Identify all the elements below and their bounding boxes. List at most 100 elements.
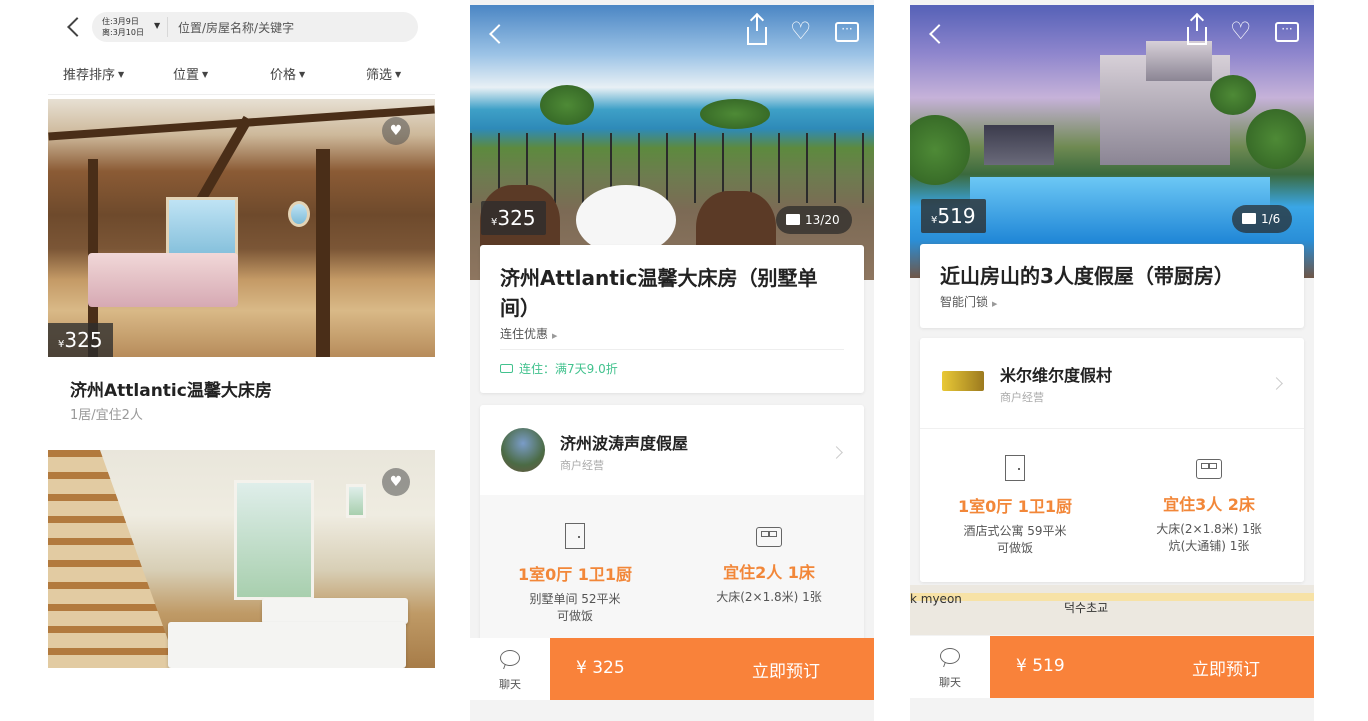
heart-outline-icon[interactable]: ♡ [790, 19, 812, 43]
feature-occupancy-sub1: 大床(2×1.8米) 1张 [1156, 522, 1262, 536]
search-header: 住:3月9日 离:3月10日 ▼ 位置/房屋名称/关键字 [48, 8, 435, 46]
location-map[interactable]: k myeon 덕수초교 [910, 585, 1314, 635]
feature-occupancy-main: 宜住3人 2床 [1163, 495, 1255, 514]
bottom-bar: 聊天 ¥ 325 立即预订 [470, 638, 874, 700]
chat-icon [500, 650, 520, 666]
filter-sort[interactable]: 推荐排序 ▼ [63, 64, 124, 83]
chat-button[interactable]: 聊天 [910, 636, 990, 698]
caret-down-icon: ▼ [395, 70, 402, 79]
message-icon[interactable]: ··· [1275, 22, 1299, 42]
book-label: 立即预订 [752, 662, 820, 682]
host-card: 济州波涛声度假屋 商户经营 1室0厅 1卫1厨 别墅单间 52平米 可做饭 宜住2… [480, 405, 864, 643]
book-now-button[interactable]: ¥ 325 立即预订 [550, 638, 874, 700]
filter-location[interactable]: 位置 ▼ [173, 64, 208, 83]
listing-photo[interactable]: ♥ ¥325 [48, 99, 435, 357]
feature-layout-sub2: 可做饭 [996, 541, 1033, 555]
feature-layout-sub: 酒店式公寓 59平米 可做饭 [920, 523, 1110, 557]
share-icon[interactable] [1187, 15, 1207, 45]
feature-layout-main: 1室0厅 1卫1厨 [957, 497, 1073, 516]
title-card: 近山房山的3人度假屋（带厨房） 智能门锁 ▶ [920, 244, 1304, 328]
photo-counter[interactable]: 1/6 [1232, 205, 1293, 233]
date-range[interactable]: 住:3月9日 离:3月10日 [102, 16, 144, 38]
chevron-left-icon[interactable] [929, 24, 949, 44]
feature-layout-sub2: 可做饭 [556, 609, 593, 623]
image-icon [1242, 213, 1256, 224]
caret-down-icon: ▼ [118, 70, 125, 79]
divider [167, 17, 168, 37]
discount-tag-label: 连住优惠 [500, 327, 549, 341]
photo-counter[interactable]: 13/20 [776, 206, 852, 234]
checkout-date: 离:3月10日 [102, 28, 144, 37]
listing-title[interactable]: 济州Attlantic温馨大床房 [70, 376, 272, 401]
bed-icon [756, 527, 782, 547]
chat-button[interactable]: 聊天 [470, 638, 550, 700]
photo-counter-text: 1/6 [1261, 212, 1281, 226]
feature-occupancy-sub: 大床(2×1.8米) 1张 炕(大通铺) 1张 [1114, 521, 1304, 555]
filter-more[interactable]: 筛选 ▼ [366, 64, 401, 83]
bed-icon [1196, 459, 1222, 479]
promo-line: 连住：满7天9.0折 [500, 360, 618, 377]
listing-title: 济州Attlantic温馨大床房（别墅单间） [500, 266, 818, 320]
message-icon[interactable]: ··· [835, 22, 859, 42]
chevron-left-icon[interactable] [67, 17, 87, 37]
feature-occupancy: 宜住3人 2床 大床(2×1.8米) 1张 炕(大通铺) 1张 [1114, 455, 1304, 555]
host-name[interactable]: 济州波涛声度假屋 [560, 430, 688, 454]
photo-counter-text: 13/20 [805, 213, 840, 227]
heart-icon[interactable]: ♥ [382, 468, 410, 496]
price-tag: ¥325 [48, 323, 113, 357]
checkin-date: 住:3月9日 [102, 17, 139, 26]
title-card: 济州Attlantic温馨大床房（别墅单间） 连住优惠 ▶ 连住：满7天9.0折 [480, 245, 864, 393]
feature-layout-sub1: 别墅单间 52平米 [529, 592, 621, 606]
search-input[interactable]: 位置/房屋名称/关键字 [178, 19, 294, 36]
host-card: 米尔维尔度假村 商户经营 1室0厅 1卫1厨 酒店式公寓 59平米 可做饭 宜住3… [920, 338, 1304, 582]
listing-detail-screen: ♡ ··· ¥325 13/20 济州Attlantic温馨大床房（别墅单间） … [470, 0, 874, 721]
listing-detail-screen: ♡ ··· ¥519 1/6 近山房山的3人度假屋（带厨房） 智能门锁 ▶ 米尔维… [910, 0, 1314, 721]
detail-price: 325 [497, 206, 536, 230]
feature-tag[interactable]: 智能门锁 ▶ [940, 293, 997, 310]
heart-outline-icon[interactable]: ♡ [1230, 19, 1252, 43]
host-type: 商户经营 [1000, 391, 1044, 404]
price-tag: ¥325 [481, 201, 546, 235]
filter-price[interactable]: 价格 ▼ [270, 64, 305, 83]
hero-photo[interactable]: ♡ ··· ¥325 13/20 [470, 5, 874, 280]
feature-occupancy: 宜住2人 1床 大床(2×1.8米) 1张 [674, 523, 864, 606]
image-icon [786, 214, 800, 225]
chevron-right-icon[interactable] [830, 446, 843, 459]
book-price: ¥ 325 [576, 658, 625, 678]
feature-layout: 1室0厅 1卫1厨 酒店式公寓 59平米 可做饭 [920, 455, 1110, 557]
feature-occupancy-sub2: 炕(大通铺) 1张 [1168, 539, 1250, 553]
chevron-right-icon[interactable] [1270, 377, 1283, 390]
feature-tag-label: 智能门锁 [940, 295, 989, 309]
host-logo [942, 371, 984, 391]
hero-photo[interactable]: ♡ ··· ¥519 1/6 [910, 5, 1314, 278]
filter-bar: 推荐排序 ▼ 位置 ▼ 价格 ▼ 筛选 ▼ [48, 60, 435, 88]
bottom-bar: 聊天 ¥ 519 立即预订 [910, 636, 1314, 698]
door-icon [565, 523, 585, 549]
caret-down-icon: ▼ [202, 70, 209, 79]
chevron-left-icon[interactable] [489, 24, 509, 44]
feature-layout-sub: 别墅单间 52平米 可做饭 [480, 591, 670, 625]
caret-right-icon: ▶ [552, 332, 558, 340]
filter-sort-label: 推荐排序 [63, 68, 116, 83]
feature-occupancy-sub: 大床(2×1.8米) 1张 [674, 589, 864, 606]
book-price: ¥ 519 [1016, 656, 1065, 676]
listing-subtitle: 1居/宜住2人 [70, 408, 143, 423]
discount-tag[interactable]: 连住优惠 ▶ [500, 325, 557, 342]
feature-layout-main: 1室0厅 1卫1厨 [517, 565, 633, 584]
heart-icon[interactable]: ♥ [382, 117, 410, 145]
book-now-button[interactable]: ¥ 519 立即预订 [990, 636, 1314, 698]
host-name[interactable]: 米尔维尔度假村 [1000, 362, 1112, 386]
price-tag: ¥519 [921, 199, 986, 233]
feature-layout: 1室0厅 1卫1厨 别墅单间 52平米 可做饭 [480, 523, 670, 625]
share-icon[interactable] [747, 15, 767, 45]
feature-layout-sub1: 酒店式公寓 59平米 [963, 524, 1067, 538]
room-features: 1室0厅 1卫1厨 酒店式公寓 59平米 可做饭 宜住3人 2床 大床(2×1.8… [920, 428, 1304, 582]
feature-occupancy-main: 宜住2人 1床 [723, 563, 815, 582]
caret-down-icon[interactable]: ▼ [154, 21, 160, 30]
map-label: 덕수초교 [1064, 601, 1109, 615]
search-bar[interactable]: 住:3月9日 离:3月10日 ▼ 位置/房屋名称/关键字 [92, 12, 418, 42]
filter-location-label: 位置 [173, 68, 200, 83]
chat-label: 聊天 [499, 678, 521, 691]
map-label: k myeon [910, 592, 962, 606]
listing-photo[interactable]: ♥ [48, 450, 435, 668]
